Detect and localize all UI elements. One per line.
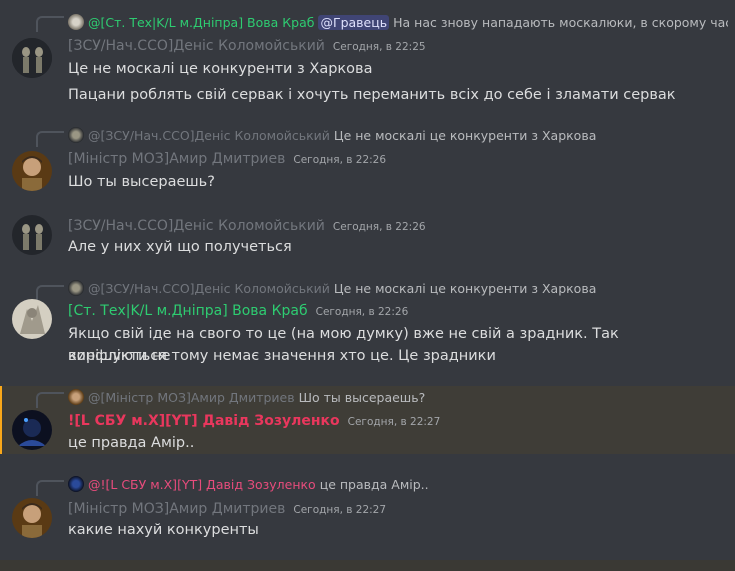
reply-avatar — [68, 14, 84, 30]
reply-author[interactable]: @[Ст. Тех|K/L м.Дніпра] Вова Краб — [88, 15, 314, 30]
reply-text[interactable]: Шо ты высераешь? — [299, 390, 426, 405]
reply-text[interactable]: На нас знову нападають москалюки, в скор… — [393, 15, 728, 30]
message[interactable]: [ЗСУ/Нач.ССО]Деніс Коломойський Сегодня,… — [0, 214, 735, 262]
message-author[interactable]: [Міністр МОЗ]Амир Дмитриев — [68, 501, 285, 517]
reply-author[interactable]: @![L СБУ м.X][YT] Давід Зозуленко — [88, 477, 316, 492]
message-text: Але у них хуй що получеться — [68, 239, 292, 255]
message-author[interactable]: [ЗСУ/Нач.ССО]Деніс Коломойський — [68, 38, 325, 54]
reply-avatar — [68, 476, 84, 492]
message[interactable]: @[ЗСУ/Нач.ССО]Деніс Коломойський Це не м… — [0, 125, 735, 195]
reply-connector — [36, 480, 64, 496]
message-text: вирішуються тому немає значення хто це. … — [68, 348, 496, 364]
message-text: це правда Амір.. — [68, 435, 195, 451]
reply-preview[interactable]: @[ЗСУ/Нач.ССО]Деніс Коломойський Це не м… — [68, 126, 728, 144]
reply-preview[interactable]: @[Ст. Тех|K/L м.Дніпра] Вова Краб @Граве… — [68, 13, 728, 31]
avatar[interactable] — [12, 498, 52, 538]
message-timestamp: Сегодня, в 22:27 — [293, 504, 387, 516]
reply-author[interactable]: @[ЗСУ/Нач.ССО]Деніс Коломойський — [88, 128, 330, 143]
reply-connector — [36, 131, 64, 147]
message-timestamp: Сегодня, в 22:25 — [332, 41, 426, 53]
message-text: Шо ты высераешь? — [68, 174, 215, 190]
reply-author[interactable]: @[ЗСУ/Нач.ССО]Деніс Коломойський — [88, 281, 330, 296]
sketch-avatar-image — [12, 299, 52, 339]
message-timestamp: Сегодня, в 22:26 — [293, 154, 387, 166]
avatar[interactable] — [12, 410, 52, 450]
message-highlighted[interactable]: @[Міністр МОЗ]Амир Дмитриев Шо ты высера… — [0, 386, 735, 454]
message[interactable]: @![L СБУ м.X][YT] Давід Зозуленко це пра… — [0, 474, 735, 550]
message-author[interactable]: [ЗСУ/Нач.ССО]Деніс Коломойський — [68, 218, 325, 234]
message-timestamp: Сегодня, в 22:27 — [347, 416, 441, 428]
soldier-avatar-image — [12, 38, 52, 78]
person-avatar-image — [12, 498, 52, 538]
reply-avatar — [68, 280, 84, 296]
avatar[interactable] — [12, 151, 52, 191]
neon-avatar-image — [12, 410, 52, 450]
message-text: Це не москалі це конкуренти з Харкова — [68, 61, 373, 77]
avatar[interactable] — [12, 299, 52, 339]
reply-preview[interactable]: @![L СБУ м.X][YT] Давід Зозуленко це пра… — [68, 475, 728, 493]
reply-connector — [36, 16, 64, 32]
reply-text[interactable]: Це не москалі це конкуренти з Харкова — [334, 128, 596, 143]
person-avatar-image — [12, 151, 52, 191]
next-message-partial — [0, 560, 735, 571]
message[interactable]: @[ЗСУ/Нач.ССО]Деніс Коломойський Це не м… — [0, 279, 735, 371]
message[interactable]: @[Ст. Тех|K/L м.Дніпра] Вова Краб @Граве… — [0, 10, 735, 114]
mention[interactable]: @Гравець — [318, 14, 390, 30]
reply-preview[interactable]: @[ЗСУ/Нач.ССО]Деніс Коломойський Це не м… — [68, 279, 728, 297]
reply-avatar — [68, 127, 84, 143]
reply-text[interactable]: Це не москалі це конкуренти з Харкова — [334, 281, 596, 296]
soldier-avatar-image — [12, 215, 52, 255]
message-text: какие нахуй конкуренты — [68, 522, 259, 538]
reply-preview[interactable]: @[Міністр МОЗ]Амир Дмитриев Шо ты высера… — [68, 388, 728, 406]
message-author[interactable]: [Міністр МОЗ]Амир Дмитриев — [68, 151, 285, 167]
message-author[interactable]: [Ст. Тех|K/L м.Дніпра] Вова Краб — [68, 303, 308, 319]
reply-connector — [36, 392, 64, 408]
reply-text[interactable]: це правда Амір.. — [320, 477, 429, 492]
message-timestamp: Сегодня, в 22:26 — [315, 306, 409, 318]
message-text: Пацани роблять свій сервак і хочуть пере… — [68, 87, 676, 103]
reply-avatar — [68, 389, 84, 405]
message-timestamp: Сегодня, в 22:26 — [332, 221, 426, 233]
avatar[interactable] — [12, 38, 52, 78]
reply-connector — [36, 285, 64, 301]
message-author[interactable]: ![L СБУ м.X][YT] Давід Зозуленко — [68, 413, 340, 429]
reply-author[interactable]: @[Міністр МОЗ]Амир Дмитриев — [88, 390, 295, 405]
avatar[interactable] — [12, 215, 52, 255]
